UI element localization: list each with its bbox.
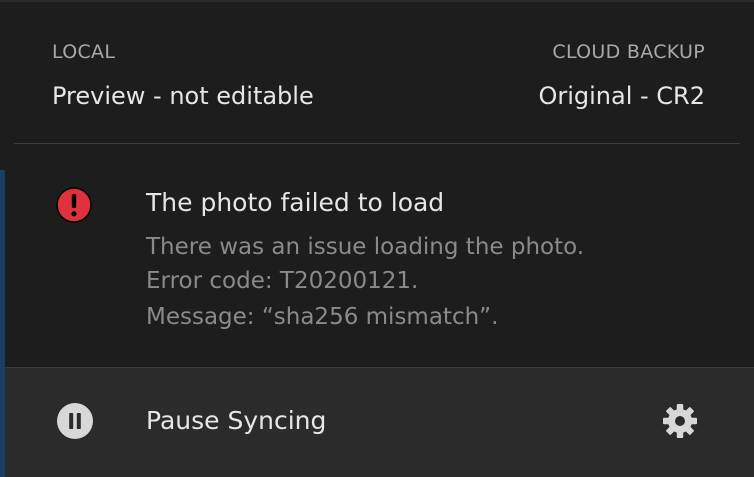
local-value: Preview - not editable [52,82,314,110]
local-source: LOCAL Preview - not editable [52,40,314,111]
gear-icon[interactable] [661,402,699,440]
error-message-line: There was an issue loading the photo. [146,234,585,260]
local-label: LOCAL [52,41,116,63]
section-divider [14,143,740,144]
pause-syncing-button[interactable]: Pause Syncing [146,405,326,437]
cloud-backup-value: Original - CR2 [538,82,705,110]
error-detail-line: Message: “sha256 mismatch”. [146,304,499,330]
cloud-backup-label: CLOUD BACKUP [552,41,705,63]
error-icon [56,187,92,223]
pause-icon[interactable] [56,402,94,440]
error-title: The photo failed to load [146,188,445,217]
cloud-backup-source: CLOUD BACKUP Original - CR2 [538,40,705,111]
footer-bar: Pause Syncing [5,367,754,477]
sync-status-panel: LOCAL Preview - not editable CLOUD BACKU… [0,0,754,477]
error-code-line: Error code: T20200121. [146,268,419,294]
panel-top-edge [0,0,754,2]
